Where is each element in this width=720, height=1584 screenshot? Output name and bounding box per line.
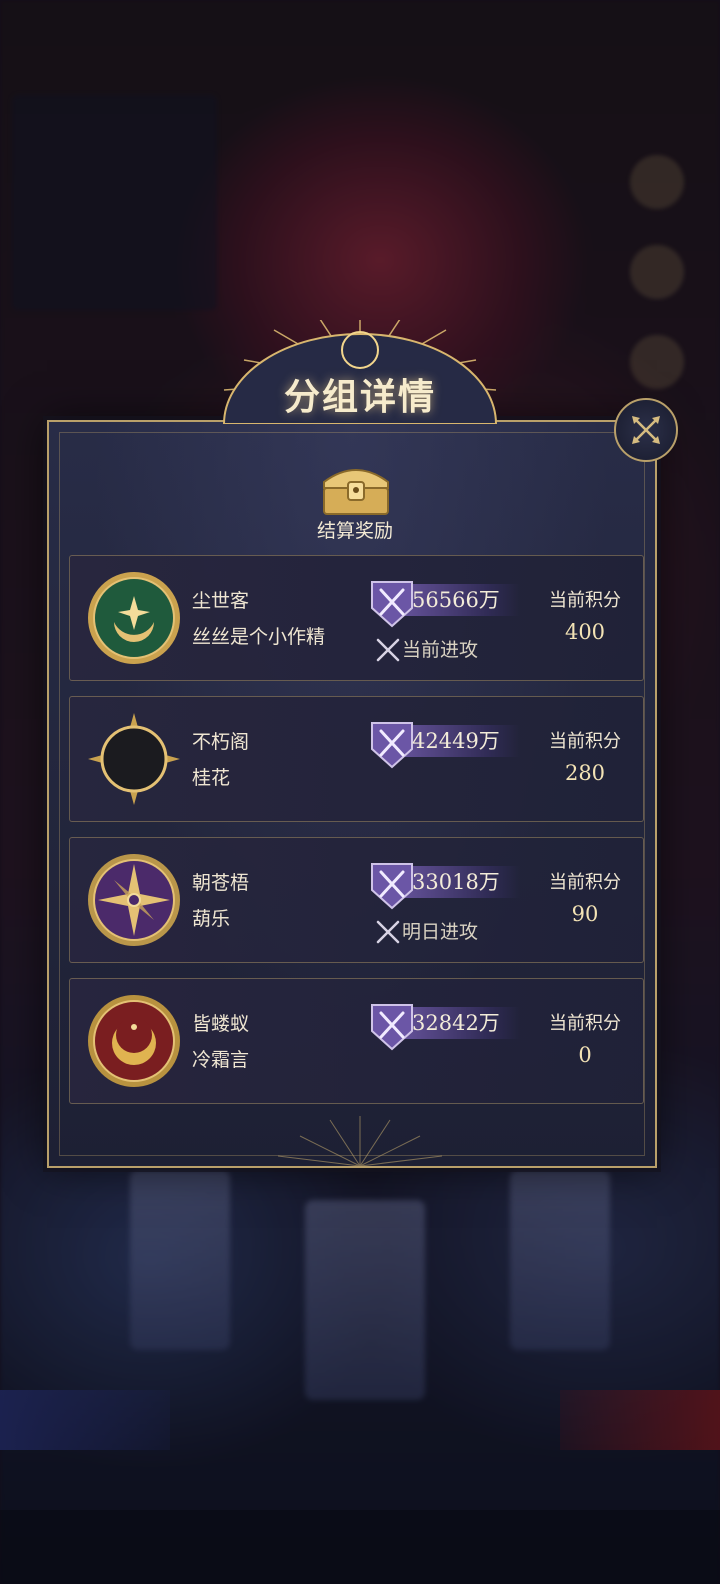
page-title: 分组详情	[283, 376, 436, 418]
combat-power-value: 32842万	[412, 1011, 500, 1035]
group-row: 不朽阁 桂花 42449万 当前积分 280	[69, 696, 644, 822]
leader-name: 冷霜言	[192, 1049, 250, 1071]
attack-status: 明日进攻	[402, 921, 479, 943]
crossed-swords-icon	[376, 920, 400, 944]
combat-power-value: 56566万	[412, 588, 500, 612]
score-value: 0	[578, 1043, 592, 1067]
score-value: 280	[564, 761, 606, 785]
group-row: 皆蝼蚁 冷霜言 32842万 当前积分 0	[69, 978, 644, 1104]
crossed-swords-shield-icon	[371, 581, 413, 628]
score-value: 90	[571, 902, 599, 926]
treasure-chest-icon[interactable]	[318, 458, 394, 518]
combat-power-value: 42449万	[412, 729, 500, 753]
green-star-moon-emblem	[88, 572, 180, 664]
guild-name: 朝苍梧	[192, 872, 250, 894]
group-row: 尘世客 丝丝是个小作精 56566万 当前进攻 当前积分 400	[69, 555, 644, 681]
crossed-swords-shield-icon	[371, 722, 413, 769]
close-icon	[632, 416, 660, 444]
guild-name: 皆蝼蚁	[192, 1013, 250, 1035]
guild-name: 不朽阁	[192, 731, 250, 753]
purple-compass-emblem	[88, 854, 180, 946]
crossed-swords-shield-icon	[371, 1004, 413, 1051]
black-gold-moon-emblem	[88, 713, 180, 805]
leader-name: 葫乐	[192, 908, 231, 930]
score-value: 400	[564, 620, 606, 644]
attack-status: 当前进攻	[402, 639, 479, 661]
score-label: 当前积分	[549, 872, 621, 893]
score-label: 当前积分	[549, 731, 621, 752]
score-label: 当前积分	[549, 590, 621, 611]
group-row: 朝苍梧 葫乐 33018万 明日进攻 当前积分 90	[69, 837, 644, 963]
settlement-reward-label: 结算奖励	[316, 520, 393, 542]
leader-name: 丝丝是个小作精	[192, 626, 326, 648]
red-crescent-emblem	[88, 995, 180, 1087]
guild-name: 尘世客	[192, 590, 250, 612]
close-button[interactable]	[614, 398, 678, 462]
bottom-sunburst-ornament	[277, 1116, 443, 1166]
crossed-swords-icon	[376, 638, 400, 662]
crossed-swords-shield-icon	[371, 863, 413, 910]
combat-power-value: 33018万	[412, 870, 500, 894]
score-label: 当前积分	[549, 1013, 621, 1034]
leader-name: 桂花	[192, 767, 231, 789]
